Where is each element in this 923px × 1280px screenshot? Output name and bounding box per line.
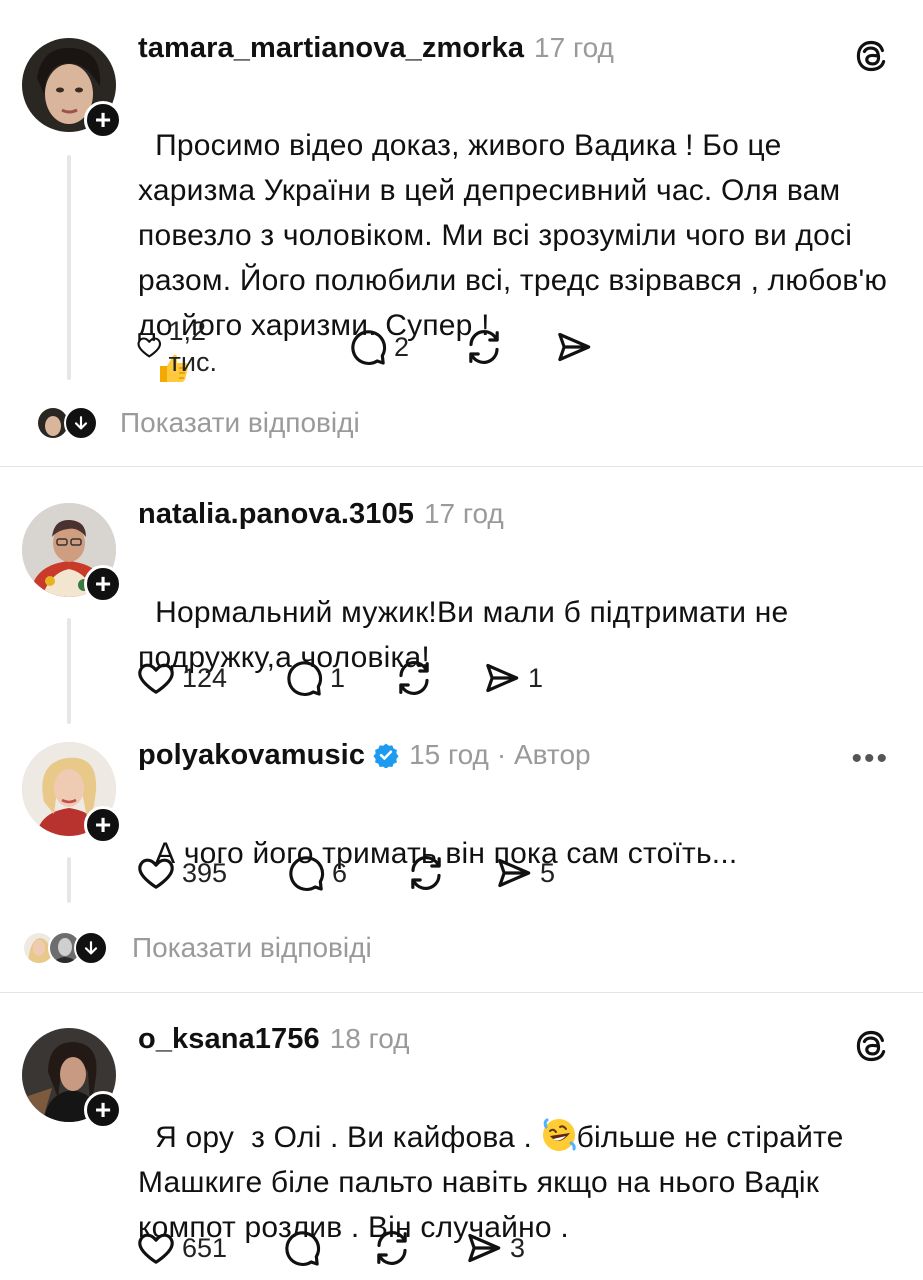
show-replies-link[interactable]: Показати відповіді xyxy=(22,931,372,965)
post-header: natalia.panova.3105 17 год xyxy=(138,498,504,538)
like-count: 651 xyxy=(182,1232,228,1263)
arrow-down-icon xyxy=(74,931,108,965)
like-button[interactable]: 124 xyxy=(136,656,227,700)
repost-icon xyxy=(464,327,504,367)
username[interactable]: tamara_martianova_zmorka xyxy=(138,32,524,65)
follow-plus-icon[interactable]: + xyxy=(84,565,122,603)
like-button[interactable]: 395 xyxy=(136,851,227,895)
post-header: tamara_martianova_zmorka 17 год xyxy=(138,32,614,72)
timestamp[interactable]: 17 год xyxy=(534,32,614,64)
username[interactable]: o_ksana1756 xyxy=(138,1023,320,1056)
like-button[interactable]: 651 xyxy=(136,1226,227,1270)
comment-icon xyxy=(282,1228,322,1268)
reply-button[interactable]: 1 xyxy=(284,656,345,700)
rolling-laughing-emoji-icon xyxy=(542,1118,576,1151)
verified-badge-icon xyxy=(373,743,399,768)
threads-logo-icon[interactable] xyxy=(853,38,889,74)
like-count: 124 xyxy=(182,662,228,693)
username[interactable]: natalia.panova.3105 xyxy=(138,498,414,531)
arrow-down-icon xyxy=(64,406,98,440)
repost-button[interactable] xyxy=(394,656,434,700)
repost-icon xyxy=(394,658,434,698)
threads-logo-icon[interactable] xyxy=(853,1028,889,1064)
divider xyxy=(0,466,923,467)
post-text: Просимо відео доказ, живого Вадика ! Бо … xyxy=(138,78,898,393)
heart-icon xyxy=(136,853,176,893)
username[interactable]: polyakovamusic xyxy=(138,739,365,772)
send-icon xyxy=(494,853,534,893)
repost-button[interactable] xyxy=(372,1226,412,1270)
reply-button[interactable]: 2 xyxy=(348,325,409,369)
heart-icon xyxy=(136,1228,176,1268)
show-replies-label: Показати відповіді xyxy=(120,407,360,438)
repost-button[interactable] xyxy=(406,851,446,895)
thread-connector-line xyxy=(67,857,71,903)
repost-button[interactable] xyxy=(464,325,504,369)
share-button[interactable]: 1 xyxy=(482,656,543,700)
post-header: polyakovamusic 15 год · Автор xyxy=(138,738,591,778)
comment-icon xyxy=(348,327,388,367)
like-button[interactable]: 1,2 тис. xyxy=(136,316,230,377)
timestamp[interactable]: 15 год xyxy=(409,739,489,771)
more-options-icon[interactable]: ••• xyxy=(851,742,889,776)
like-count: 395 xyxy=(182,857,228,888)
reply-count: 2 xyxy=(394,331,410,362)
show-replies-link[interactable]: Показати відповіді xyxy=(36,406,360,440)
author-badge: · Автор xyxy=(496,739,591,770)
reply-count: 6 xyxy=(332,857,348,888)
share-count: 5 xyxy=(540,857,556,888)
send-icon xyxy=(482,658,522,698)
thread-connector-line xyxy=(67,155,71,380)
send-icon xyxy=(554,327,594,367)
repost-icon xyxy=(372,1228,412,1268)
thread-connector-line xyxy=(67,618,71,724)
share-button[interactable]: 5 xyxy=(494,851,555,895)
timestamp[interactable]: 17 год xyxy=(424,498,504,530)
follow-plus-icon[interactable]: + xyxy=(84,1091,122,1129)
like-count: 1,2 тис. xyxy=(168,316,217,377)
send-icon xyxy=(464,1228,504,1268)
heart-icon xyxy=(136,327,163,367)
comment-icon xyxy=(284,658,324,698)
reply-count: 1 xyxy=(330,662,346,693)
repost-icon xyxy=(406,853,446,893)
reply-button[interactable] xyxy=(282,1226,322,1270)
show-replies-label: Показати відповіді xyxy=(132,932,372,963)
share-button[interactable] xyxy=(554,325,594,369)
reply-button[interactable]: 6 xyxy=(286,851,347,895)
follow-plus-icon[interactable]: + xyxy=(84,806,122,844)
share-count: 3 xyxy=(510,1232,526,1263)
follow-plus-icon[interactable]: + xyxy=(84,101,122,139)
comment-icon xyxy=(286,853,326,893)
share-count: 1 xyxy=(528,662,544,693)
timestamp[interactable]: 18 год xyxy=(330,1023,410,1055)
post-header: o_ksana1756 18 год xyxy=(138,1023,410,1063)
heart-icon xyxy=(136,658,176,698)
divider xyxy=(0,992,923,993)
post-text: Я ору з Олі . Ви кайфова . більше не сті… xyxy=(138,1070,898,1250)
share-button[interactable]: 3 xyxy=(464,1226,525,1270)
